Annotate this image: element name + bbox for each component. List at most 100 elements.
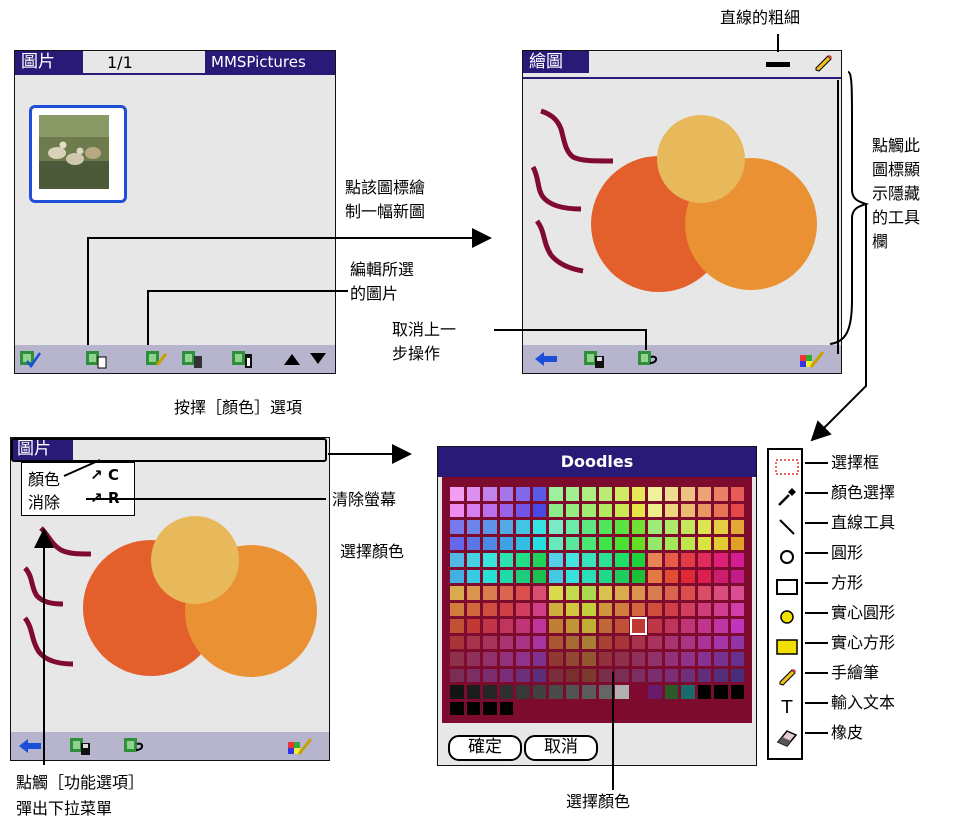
color-swatch[interactable]: [532, 536, 546, 550]
color-swatch[interactable]: [598, 602, 612, 616]
color-swatch[interactable]: [681, 602, 695, 616]
color-swatch[interactable]: [582, 536, 596, 550]
color-swatch[interactable]: [549, 685, 563, 699]
color-swatch[interactable]: [565, 520, 579, 534]
color-swatch[interactable]: [466, 668, 480, 682]
color-swatch[interactable]: [664, 569, 678, 583]
color-swatch[interactable]: [582, 569, 596, 583]
color-swatch[interactable]: [516, 635, 530, 649]
color-swatch[interactable]: [730, 487, 744, 501]
color-swatch[interactable]: [483, 569, 497, 583]
color-swatch[interactable]: [499, 602, 513, 616]
color-swatch[interactable]: [532, 586, 546, 600]
color-swatch[interactable]: [697, 586, 711, 600]
color-swatch[interactable]: [516, 569, 530, 583]
color-swatch[interactable]: [565, 553, 579, 567]
color-swatch[interactable]: [598, 520, 612, 534]
color-swatch[interactable]: [648, 553, 662, 567]
color-swatch[interactable]: [499, 520, 513, 534]
color-swatch[interactable]: [565, 487, 579, 501]
color-swatch[interactable]: [549, 569, 563, 583]
select-all-icon[interactable]: [19, 349, 41, 369]
color-swatch[interactable]: [532, 635, 546, 649]
color-swatch[interactable]: [697, 652, 711, 666]
color-swatch[interactable]: [615, 569, 629, 583]
color-swatch[interactable]: [565, 619, 579, 633]
color-swatch[interactable]: [631, 569, 645, 583]
color-swatch[interactable]: [631, 602, 645, 616]
color-swatch[interactable]: [582, 652, 596, 666]
color-swatch[interactable]: [664, 503, 678, 517]
new-picture-icon[interactable]: [85, 349, 107, 369]
color-swatch[interactable]: [730, 586, 744, 600]
color-swatch[interactable]: [681, 652, 695, 666]
color-swatch[interactable]: [648, 586, 662, 600]
color-swatch[interactable]: [714, 520, 728, 534]
color-swatch[interactable]: [714, 635, 728, 649]
color-swatch[interactable]: [648, 503, 662, 517]
color-swatch[interactable]: [549, 652, 563, 666]
color-swatch[interactable]: [598, 503, 612, 517]
color-swatch[interactable]: [549, 668, 563, 682]
color-swatch[interactable]: [565, 602, 579, 616]
color-swatch[interactable]: [483, 553, 497, 567]
color-swatch[interactable]: [714, 602, 728, 616]
color-swatch[interactable]: [681, 536, 695, 550]
color-swatch[interactable]: [466, 701, 480, 715]
color-swatch[interactable]: [681, 668, 695, 682]
color-swatch[interactable]: [615, 602, 629, 616]
color-swatch[interactable]: [714, 668, 728, 682]
color-swatch[interactable]: [549, 602, 563, 616]
color-swatch[interactable]: [697, 619, 711, 633]
color-swatch[interactable]: [598, 668, 612, 682]
color-swatch[interactable]: [450, 668, 464, 682]
color-swatch[interactable]: [483, 503, 497, 517]
palette-toggle-icon[interactable]: [287, 736, 313, 756]
color-swatch[interactable]: [598, 652, 612, 666]
color-swatch[interactable]: [516, 652, 530, 666]
color-swatch[interactable]: [499, 569, 513, 583]
color-swatch[interactable]: [730, 619, 744, 633]
color-swatch[interactable]: [615, 586, 629, 600]
color-swatch[interactable]: [582, 503, 596, 517]
color-swatch[interactable]: [549, 487, 563, 501]
color-swatch[interactable]: [631, 487, 645, 501]
color-swatch[interactable]: [714, 619, 728, 633]
color-swatch[interactable]: [466, 503, 480, 517]
color-swatch[interactable]: [499, 652, 513, 666]
color-swatch[interactable]: [681, 586, 695, 600]
color-swatch[interactable]: [565, 668, 579, 682]
color-swatch[interactable]: [483, 602, 497, 616]
color-swatch[interactable]: [697, 503, 711, 517]
back-arrow-icon[interactable]: [533, 350, 559, 368]
color-swatch[interactable]: [483, 487, 497, 501]
color-swatch[interactable]: [648, 520, 662, 534]
save-icon[interactable]: [583, 349, 605, 369]
color-swatch[interactable]: [697, 635, 711, 649]
line-tool-icon[interactable]: [773, 512, 801, 542]
color-swatch[interactable]: [681, 569, 695, 583]
color-swatch[interactable]: [598, 536, 612, 550]
color-swatch[interactable]: [450, 520, 464, 534]
color-swatch[interactable]: [714, 652, 728, 666]
color-swatch[interactable]: [714, 553, 728, 567]
color-swatch[interactable]: [499, 619, 513, 633]
color-swatch[interactable]: [615, 652, 629, 666]
color-swatch[interactable]: [582, 685, 596, 699]
color-swatch[interactable]: [450, 553, 464, 567]
color-swatch[interactable]: [532, 668, 546, 682]
color-swatch[interactable]: [730, 668, 744, 682]
color-swatch[interactable]: [483, 536, 497, 550]
color-swatch[interactable]: [582, 602, 596, 616]
color-swatch[interactable]: [499, 487, 513, 501]
color-swatch[interactable]: [516, 619, 530, 633]
eraser-icon[interactable]: [773, 722, 801, 752]
color-swatch[interactable]: [598, 569, 612, 583]
color-swatch[interactable]: [615, 668, 629, 682]
color-swatch[interactable]: [483, 619, 497, 633]
color-swatch[interactable]: [466, 569, 480, 583]
color-swatch[interactable]: [483, 635, 497, 649]
color-swatch[interactable]: [450, 503, 464, 517]
color-swatch[interactable]: [730, 602, 744, 616]
color-swatch[interactable]: [532, 652, 546, 666]
